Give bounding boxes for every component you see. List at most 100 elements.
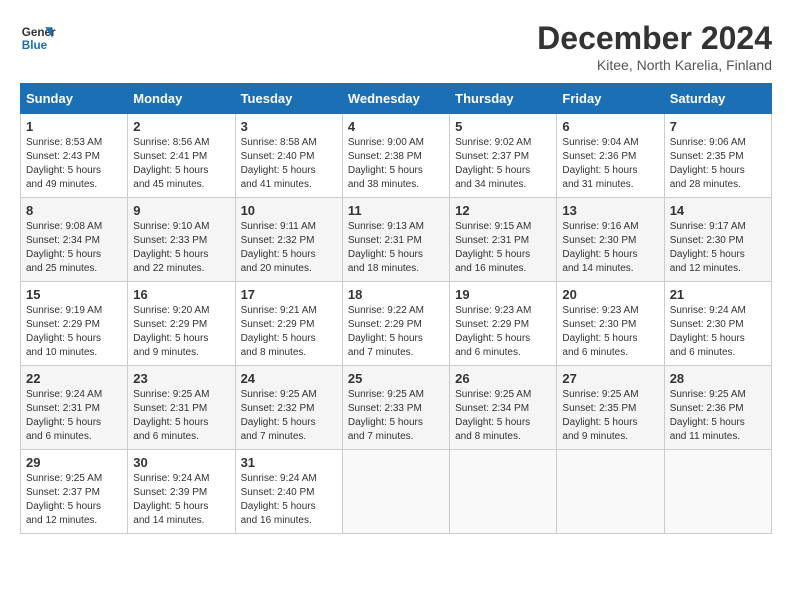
day-info: Sunrise: 9:16 AM Sunset: 2:30 PM Dayligh…: [562, 220, 658, 276]
header-thursday: Thursday: [450, 84, 557, 114]
day-info: Sunrise: 9:02 AM Sunset: 2:37 PM Dayligh…: [455, 136, 551, 192]
day-number: 18: [348, 287, 444, 302]
calendar-week-row: 1 Sunrise: 8:53 AM Sunset: 2:43 PM Daylig…: [21, 114, 772, 198]
calendar-day-cell: 14 Sunrise: 9:17 AM Sunset: 2:30 PM Dayli…: [664, 198, 771, 282]
calendar-day-cell: 6Sunrise: 9:04 AM Sunset: 2:36 PM Daylig…: [557, 114, 664, 198]
calendar-day-cell: 16Sunrise: 9:20 AM Sunset: 2:29 PM Dayli…: [128, 282, 235, 366]
calendar-day-cell: 20Sunrise: 9:23 AM Sunset: 2:30 PM Dayli…: [557, 282, 664, 366]
day-number: 8: [26, 203, 122, 218]
day-number: 2: [133, 119, 229, 134]
calendar-empty-cell: [664, 450, 771, 534]
day-number: 21: [670, 287, 766, 302]
day-info: Sunrise: 9:15 AM Sunset: 2:31 PM Dayligh…: [455, 220, 551, 276]
calendar-week-row: 29Sunrise: 9:25 AM Sunset: 2:37 PM Dayli…: [21, 450, 772, 534]
day-info: Sunrise: 9:21 AM Sunset: 2:29 PM Dayligh…: [241, 304, 337, 360]
day-number: 23: [133, 371, 229, 386]
day-number: 11: [348, 203, 444, 218]
day-info: Sunrise: 9:06 AM Sunset: 2:35 PM Dayligh…: [670, 136, 766, 192]
day-info: Sunrise: 9:24 AM Sunset: 2:31 PM Dayligh…: [26, 388, 122, 444]
day-number: 5: [455, 119, 551, 134]
day-number: 24: [241, 371, 337, 386]
day-info: Sunrise: 9:22 AM Sunset: 2:29 PM Dayligh…: [348, 304, 444, 360]
calendar-day-cell: 30 Sunrise: 9:24 AM Sunset: 2:39 PM Dayli…: [128, 450, 235, 534]
day-info: Sunrise: 9:25 AM Sunset: 2:36 PM Dayligh…: [670, 388, 766, 444]
calendar-table: SundayMondayTuesdayWednesdayThursdayFrid…: [20, 83, 772, 534]
day-number: 17: [241, 287, 337, 302]
location-label: Kitee, North Karelia, Finland: [537, 57, 772, 73]
logo-icon: General Blue: [20, 20, 56, 56]
calendar-day-cell: 10 Sunrise: 9:11 AM Sunset: 2:32 PM Dayli…: [235, 198, 342, 282]
day-info: Sunrise: 9:11 AM Sunset: 2:32 PM Dayligh…: [241, 220, 337, 276]
calendar-day-cell: 12 Sunrise: 9:15 AM Sunset: 2:31 PM Dayli…: [450, 198, 557, 282]
day-info: Sunrise: 9:24 AM Sunset: 2:40 PM Dayligh…: [241, 472, 337, 528]
calendar-day-cell: 22 Sunrise: 9:24 AM Sunset: 2:31 PM Dayli…: [21, 366, 128, 450]
calendar-day-cell: 19 Sunrise: 9:23 AM Sunset: 2:29 PM Dayli…: [450, 282, 557, 366]
day-info: Sunrise: 9:25 AM Sunset: 2:31 PM Dayligh…: [133, 388, 229, 444]
calendar-day-cell: 31 Sunrise: 9:24 AM Sunset: 2:40 PM Dayli…: [235, 450, 342, 534]
calendar-day-cell: 4 Sunrise: 9:00 AM Sunset: 2:38 PM Daylig…: [342, 114, 449, 198]
day-info: Sunrise: 9:24 AM Sunset: 2:30 PM Dayligh…: [670, 304, 766, 360]
day-number: 20: [562, 287, 658, 302]
day-number: 25: [348, 371, 444, 386]
day-info: Sunrise: 9:10 AM Sunset: 2:33 PM Dayligh…: [133, 220, 229, 276]
calendar-day-cell: 3Sunrise: 8:58 AM Sunset: 2:40 PM Daylig…: [235, 114, 342, 198]
calendar-day-cell: 7 Sunrise: 9:06 AM Sunset: 2:35 PM Daylig…: [664, 114, 771, 198]
calendar-empty-cell: [342, 450, 449, 534]
day-number: 26: [455, 371, 551, 386]
calendar-day-cell: 5 Sunrise: 9:02 AM Sunset: 2:37 PM Daylig…: [450, 114, 557, 198]
calendar-day-cell: 29Sunrise: 9:25 AM Sunset: 2:37 PM Dayli…: [21, 450, 128, 534]
calendar-week-row: 22 Sunrise: 9:24 AM Sunset: 2:31 PM Dayli…: [21, 366, 772, 450]
calendar-day-cell: 21 Sunrise: 9:24 AM Sunset: 2:30 PM Dayli…: [664, 282, 771, 366]
header-saturday: Saturday: [664, 84, 771, 114]
header: General Blue December 2024 Kitee, North …: [20, 20, 772, 73]
calendar-day-cell: 15Sunrise: 9:19 AM Sunset: 2:29 PM Dayli…: [21, 282, 128, 366]
day-number: 7: [670, 119, 766, 134]
day-number: 22: [26, 371, 122, 386]
day-number: 30: [133, 455, 229, 470]
day-number: 4: [348, 119, 444, 134]
day-number: 19: [455, 287, 551, 302]
day-number: 13: [562, 203, 658, 218]
calendar-day-cell: 18 Sunrise: 9:22 AM Sunset: 2:29 PM Dayli…: [342, 282, 449, 366]
calendar-day-cell: 23 Sunrise: 9:25 AM Sunset: 2:31 PM Dayli…: [128, 366, 235, 450]
calendar-week-row: 8Sunrise: 9:08 AM Sunset: 2:34 PM Daylig…: [21, 198, 772, 282]
calendar-day-cell: 17 Sunrise: 9:21 AM Sunset: 2:29 PM Dayli…: [235, 282, 342, 366]
day-number: 28: [670, 371, 766, 386]
day-number: 31: [241, 455, 337, 470]
header-sunday: Sunday: [21, 84, 128, 114]
day-info: Sunrise: 9:25 AM Sunset: 2:35 PM Dayligh…: [562, 388, 658, 444]
svg-text:Blue: Blue: [22, 39, 48, 52]
calendar-day-cell: 25 Sunrise: 9:25 AM Sunset: 2:33 PM Dayli…: [342, 366, 449, 450]
day-info: Sunrise: 9:23 AM Sunset: 2:29 PM Dayligh…: [455, 304, 551, 360]
calendar-day-cell: 2 Sunrise: 8:56 AM Sunset: 2:41 PM Daylig…: [128, 114, 235, 198]
calendar-empty-cell: [450, 450, 557, 534]
calendar-day-cell: 1 Sunrise: 8:53 AM Sunset: 2:43 PM Daylig…: [21, 114, 128, 198]
day-info: Sunrise: 8:53 AM Sunset: 2:43 PM Dayligh…: [26, 136, 122, 192]
calendar-week-row: 15Sunrise: 9:19 AM Sunset: 2:29 PM Dayli…: [21, 282, 772, 366]
day-number: 14: [670, 203, 766, 218]
day-info: Sunrise: 9:17 AM Sunset: 2:30 PM Dayligh…: [670, 220, 766, 276]
title-area: December 2024 Kitee, North Karelia, Finl…: [537, 20, 772, 73]
day-number: 1: [26, 119, 122, 134]
day-info: Sunrise: 9:25 AM Sunset: 2:33 PM Dayligh…: [348, 388, 444, 444]
day-number: 12: [455, 203, 551, 218]
calendar-day-cell: 28 Sunrise: 9:25 AM Sunset: 2:36 PM Dayli…: [664, 366, 771, 450]
day-number: 6: [562, 119, 658, 134]
month-year-title: December 2024: [537, 20, 772, 57]
day-info: Sunrise: 9:00 AM Sunset: 2:38 PM Dayligh…: [348, 136, 444, 192]
day-info: Sunrise: 9:25 AM Sunset: 2:32 PM Dayligh…: [241, 388, 337, 444]
calendar-day-cell: 11Sunrise: 9:13 AM Sunset: 2:31 PM Dayli…: [342, 198, 449, 282]
logo: General Blue: [20, 20, 56, 56]
day-number: 27: [562, 371, 658, 386]
day-info: Sunrise: 8:56 AM Sunset: 2:41 PM Dayligh…: [133, 136, 229, 192]
day-info: Sunrise: 9:20 AM Sunset: 2:29 PM Dayligh…: [133, 304, 229, 360]
day-info: Sunrise: 9:19 AM Sunset: 2:29 PM Dayligh…: [26, 304, 122, 360]
day-info: Sunrise: 8:58 AM Sunset: 2:40 PM Dayligh…: [241, 136, 337, 192]
day-info: Sunrise: 9:24 AM Sunset: 2:39 PM Dayligh…: [133, 472, 229, 528]
day-number: 9: [133, 203, 229, 218]
day-number: 10: [241, 203, 337, 218]
day-info: Sunrise: 9:25 AM Sunset: 2:37 PM Dayligh…: [26, 472, 122, 528]
header-monday: Monday: [128, 84, 235, 114]
header-friday: Friday: [557, 84, 664, 114]
calendar-header-row: SundayMondayTuesdayWednesdayThursdayFrid…: [21, 84, 772, 114]
